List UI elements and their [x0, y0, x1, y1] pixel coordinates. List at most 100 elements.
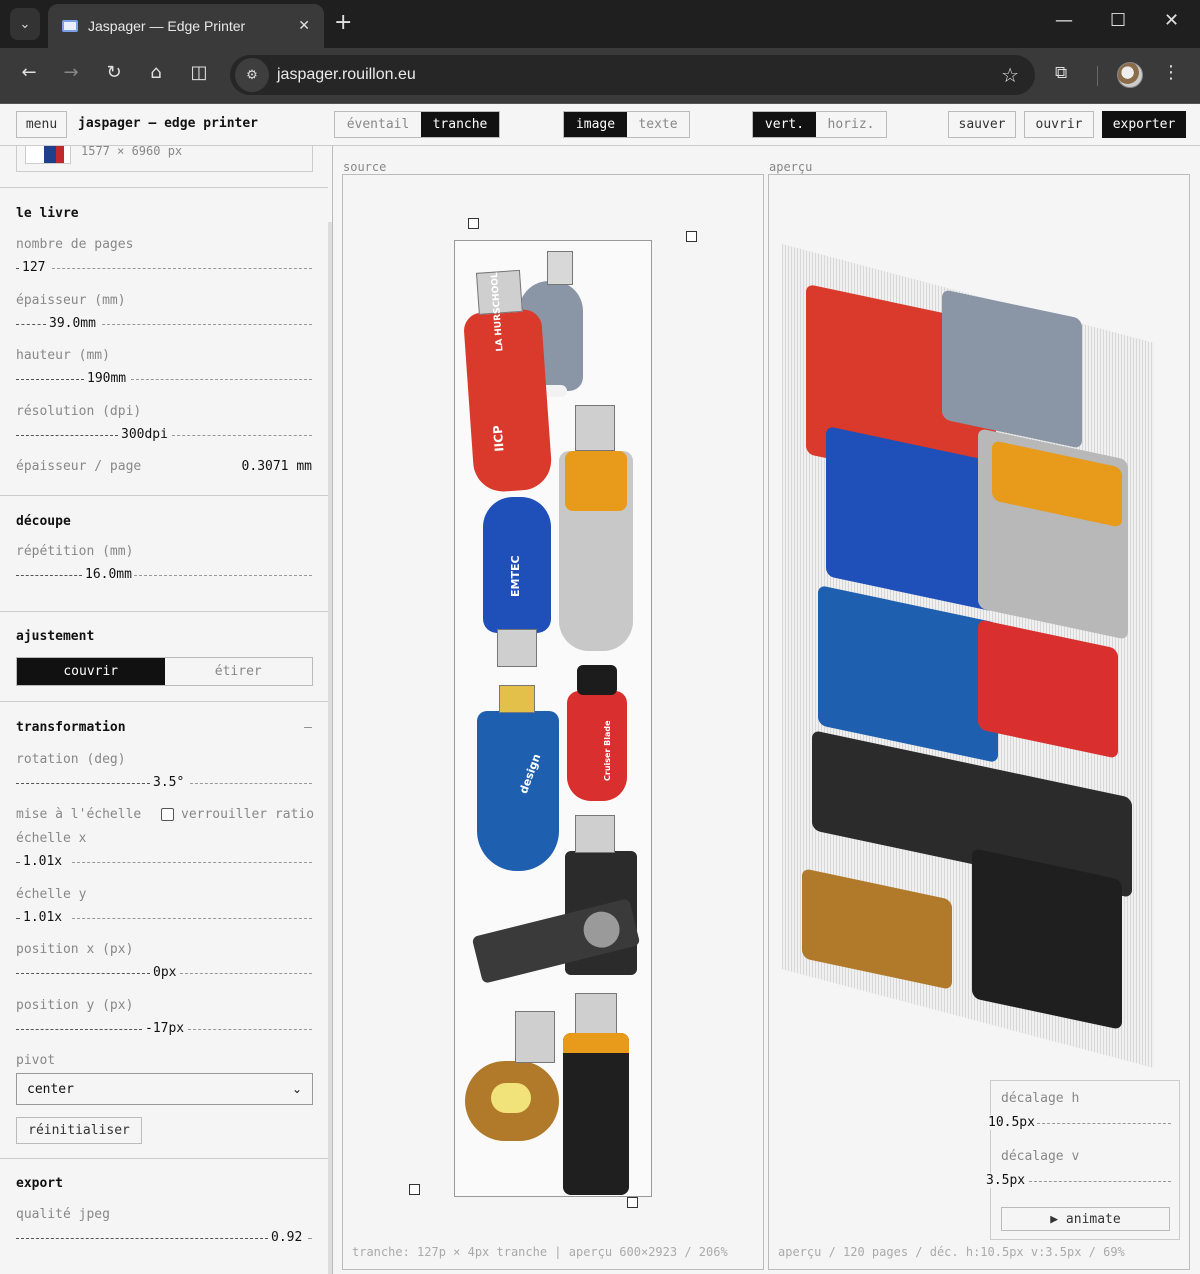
export-button[interactable]: exporter: [1102, 111, 1186, 138]
reload-icon[interactable]: ↻: [101, 62, 127, 83]
source-thumbnail: [25, 146, 71, 164]
drive-logo: IICP: [490, 424, 507, 453]
split-screen-icon[interactable]: ◫: [186, 62, 212, 83]
section-title: le livre: [16, 206, 79, 221]
offset-v-slider[interactable]: 3.5px: [983, 1173, 1171, 1189]
jpeg-quality-value: 0.92: [268, 1230, 306, 1245]
usb-drive-small-red: Cruiser Blade: [567, 665, 627, 801]
tab-tranche[interactable]: tranche: [421, 112, 499, 137]
home-icon[interactable]: ⌂: [143, 62, 169, 83]
orientation-switch: vert. horiz.: [752, 111, 887, 138]
height-slider[interactable]: 190mm: [16, 371, 312, 387]
save-button[interactable]: sauver: [948, 111, 1016, 138]
position-y-slider[interactable]: -17px: [16, 1021, 312, 1037]
arrow-left-icon[interactable]: ←: [16, 62, 42, 83]
pages-slider[interactable]: 127: [16, 260, 312, 276]
animate-button[interactable]: ▶ animate: [1001, 1207, 1170, 1231]
pivot-select[interactable]: center ⌄: [16, 1073, 313, 1105]
source-image-info: 1577 × 6960 px: [16, 146, 313, 172]
fit-toggle: couvrir étirer: [16, 657, 313, 686]
maximize-icon[interactable]: ☐: [1110, 10, 1126, 31]
tab-image[interactable]: image: [564, 112, 627, 137]
browser-tab[interactable]: Jaspager — Edge Printer ✕: [48, 4, 324, 48]
height-label: hauteur (mm): [16, 348, 110, 363]
sidebar-scrollbar[interactable]: [328, 222, 332, 1274]
position-x-slider[interactable]: 0px: [16, 965, 312, 981]
close-icon[interactable]: ✕: [1164, 10, 1179, 31]
cut-section: découpe répétition (mm) 16.0mm: [0, 495, 328, 611]
menu-button[interactable]: menu: [16, 111, 67, 138]
url-text[interactable]: jaspager.rouillon.eu: [277, 66, 1001, 84]
per-page-label: épaisseur / page: [16, 459, 142, 474]
preview-status: aperçu / 120 pages / déc. h:10.5px v:3.5…: [778, 1245, 1125, 1259]
scale-y-slider[interactable]: 1.01x: [16, 910, 312, 926]
offset-v-value: 3.5px: [983, 1173, 1029, 1188]
resolution-label: résolution (dpi): [16, 404, 142, 419]
lock-ratio-label: verrouiller ratio: [181, 807, 315, 822]
address-bar[interactable]: ⚙ jaspager.rouillon.eu ☆: [230, 55, 1035, 95]
source-image[interactable]: LA HURSCHOOL IICP EMTEC design Cruiser B…: [454, 240, 652, 1197]
avatar[interactable]: [1117, 62, 1143, 88]
crop-handle-bottom-right[interactable]: [627, 1197, 638, 1208]
crop-handle-top-right[interactable]: [686, 231, 697, 242]
source-panel-label: source: [341, 160, 389, 174]
arrow-right-icon[interactable]: →: [58, 62, 84, 83]
position-y-value: -17px: [142, 1021, 188, 1036]
resolution-value: 300dpi: [118, 427, 171, 442]
site-info-icon[interactable]: ⚙: [235, 58, 269, 92]
repeat-value: 16.0mm: [82, 567, 135, 582]
content-switch: image texte: [563, 111, 690, 138]
source-status: tranche: 127p × 4px tranche | aperçu 600…: [352, 1245, 728, 1259]
book-icon: [62, 20, 78, 32]
reset-button[interactable]: réinitialiser: [16, 1117, 142, 1144]
scale-x-label: échelle x: [16, 831, 87, 846]
resolution-slider[interactable]: 300dpi: [16, 427, 312, 443]
tab-horizontal[interactable]: horiz.: [816, 112, 886, 137]
app-title: jaspager — edge printer: [78, 116, 259, 131]
thickness-value: 39.0mm: [46, 316, 99, 331]
position-x-value: 0px: [150, 965, 180, 980]
settings-sidebar: 1577 × 6960 px le livre nombre de pages …: [0, 146, 333, 1274]
plus-icon[interactable]: +: [334, 10, 352, 36]
section-title: découpe: [16, 514, 71, 529]
crop-handle-bottom-left[interactable]: [409, 1184, 420, 1195]
scale-y-label: échelle y: [16, 887, 87, 902]
offset-controls: décalage h 10.5px décalage v 3.5px ▶ ani…: [983, 1080, 1180, 1240]
section-title: export: [16, 1176, 63, 1191]
jpeg-quality-label: qualité jpeg: [16, 1207, 110, 1222]
rotation-value: 3.5°: [150, 775, 188, 790]
more-vertical-icon[interactable]: ⋮: [1162, 62, 1180, 83]
drive-label: design: [517, 752, 544, 796]
scale-x-slider[interactable]: 1.01x: [16, 854, 312, 870]
thickness-slider[interactable]: 39.0mm: [16, 316, 312, 332]
open-button[interactable]: ouvrir: [1024, 111, 1094, 138]
repeat-label: répétition (mm): [16, 544, 134, 559]
tab-texte[interactable]: texte: [627, 112, 689, 137]
toolbar-divider: [1097, 66, 1098, 86]
thickness-label: épaisseur (mm): [16, 293, 126, 308]
height-value: 190mm: [84, 371, 130, 386]
tab-vertical[interactable]: vert.: [753, 112, 816, 137]
chevron-down-icon: ⌄: [291, 1082, 302, 1096]
star-icon[interactable]: ☆: [1001, 63, 1019, 87]
section-title: transformation: [16, 720, 126, 735]
repeat-slider[interactable]: 16.0mm: [16, 567, 312, 583]
offset-h-slider[interactable]: 10.5px: [985, 1115, 1171, 1131]
rotation-slider[interactable]: 3.5°: [16, 775, 312, 791]
tab-eventail[interactable]: éventail: [335, 112, 421, 137]
pivot-value: center: [27, 1081, 74, 1097]
minimize-icon[interactable]: —: [1055, 10, 1073, 31]
lock-ratio-checkbox[interactable]: [161, 808, 174, 821]
close-icon[interactable]: ✕: [298, 18, 310, 34]
puzzle-icon[interactable]: ⧉: [1055, 63, 1067, 83]
transform-section: transformation – rotation (deg) 3.5° mis…: [0, 701, 328, 1158]
stretch-option[interactable]: étirer: [165, 658, 313, 685]
fit-section: ajustement couvrir étirer: [0, 611, 328, 701]
cover-option[interactable]: couvrir: [17, 658, 165, 685]
collapse-icon[interactable]: –: [304, 720, 312, 735]
jpeg-quality-slider[interactable]: 0.92: [16, 1230, 312, 1246]
pages-value: 127: [19, 260, 49, 275]
per-page-value: 0.3071 mm: [241, 459, 312, 474]
crop-handle-top-left[interactable]: [468, 218, 479, 229]
chevron-down-icon[interactable]: ⌄: [10, 8, 40, 40]
